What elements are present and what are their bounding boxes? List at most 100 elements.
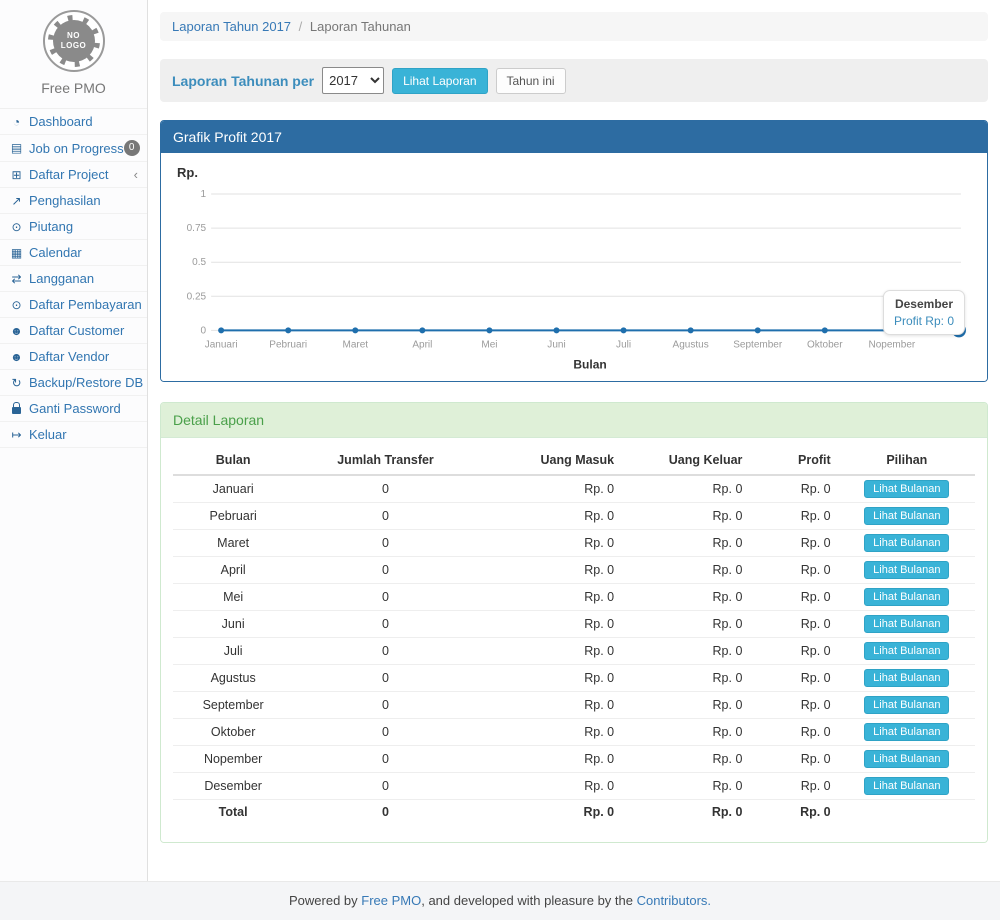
total-uang-keluar: Rp. 0 <box>622 800 750 824</box>
view-monthly-button[interactable]: Lihat Bulanan <box>864 696 949 714</box>
x-tick-label: Juli <box>616 339 631 350</box>
data-point[interactable] <box>352 327 358 333</box>
total-profit: Rp. 0 <box>750 800 838 824</box>
cell-uang-keluar: Rp. 0 <box>622 530 750 557</box>
chart-y-axis-title: Rp. <box>177 165 975 180</box>
data-point[interactable] <box>822 327 828 333</box>
cell-profit: Rp. 0 <box>750 665 838 692</box>
x-tick-label: Maret <box>342 339 368 350</box>
brand-name: Free PMO <box>0 80 147 96</box>
total-uang-masuk: Rp. 0 <box>478 800 622 824</box>
cell-jumlah-transfer: 0 <box>293 530 477 557</box>
cell-jumlah-transfer: 0 <box>293 719 477 746</box>
cell-bulan: Oktober <box>173 719 293 746</box>
breadcrumb-link-laporan-tahun[interactable]: Laporan Tahun 2017 <box>172 19 291 34</box>
view-monthly-button[interactable]: Lihat Bulanan <box>864 750 949 768</box>
data-point[interactable] <box>218 327 224 333</box>
data-point[interactable] <box>419 327 425 333</box>
cell-uang-masuk: Rp. 0 <box>478 530 622 557</box>
table-row: Desember 0 Rp. 0 Rp. 0 Rp. 0 Lihat Bulan… <box>173 773 975 800</box>
cell-uang-keluar: Rp. 0 <box>622 584 750 611</box>
cell-bulan: September <box>173 692 293 719</box>
cell-profit: Rp. 0 <box>750 611 838 638</box>
sidebar-item-daftar-project[interactable]: ⊞ Daftar Project ‹ <box>0 162 147 188</box>
footer-link-free-pmo[interactable]: Free PMO <box>361 893 421 908</box>
table-row: Agustus 0 Rp. 0 Rp. 0 Rp. 0 Lihat Bulana… <box>173 665 975 692</box>
sidebar-item-piutang[interactable]: ⊙ Piutang <box>0 214 147 240</box>
sidebar-item-daftar-vendor[interactable]: ☻ Daftar Vendor <box>0 344 147 370</box>
profit-chart-panel: Grafik Profit 2017 Rp. 00.250.50.751Janu… <box>160 120 988 382</box>
footer-middle: , and developed with pleasure by the <box>421 893 636 908</box>
total-pilihan-empty <box>839 800 975 824</box>
view-monthly-button[interactable]: Lihat Bulanan <box>864 507 949 525</box>
x-tick-label: Oktober <box>807 339 843 350</box>
this-year-button[interactable]: Tahun ini <box>496 68 566 94</box>
table-total-row: Total 0 Rp. 0 Rp. 0 Rp. 0 <box>173 800 975 824</box>
data-point[interactable] <box>621 327 627 333</box>
detail-report-table: Bulan Jumlah Transfer Uang Masuk Uang Ke… <box>173 446 975 824</box>
footer-link-contributors[interactable]: Contributors. <box>637 893 711 908</box>
total-label: Total <box>173 800 293 824</box>
data-point[interactable] <box>553 327 559 333</box>
cell-profit: Rp. 0 <box>750 557 838 584</box>
breadcrumb-separator: / <box>299 19 303 34</box>
view-monthly-button[interactable]: Lihat Bulanan <box>864 777 949 795</box>
exchange-icon: ⇄ <box>9 272 24 286</box>
sidebar-item-penghasilan[interactable]: ↗ Penghasilan <box>0 188 147 214</box>
view-monthly-button[interactable]: Lihat Bulanan <box>864 480 949 498</box>
x-tick-label: Mei <box>481 339 497 350</box>
cell-jumlah-transfer: 0 <box>293 692 477 719</box>
header-profit: Profit <box>750 446 838 475</box>
cell-profit: Rp. 0 <box>750 719 838 746</box>
sidebar-item-backup-restore-db[interactable]: ↻ Backup/Restore DB <box>0 370 147 396</box>
calendar-icon: ▦ <box>9 246 24 260</box>
cell-bulan: Juni <box>173 611 293 638</box>
cell-uang-masuk: Rp. 0 <box>478 638 622 665</box>
x-tick-label: September <box>733 339 783 350</box>
chart-x-axis-title: Bulan <box>573 357 606 371</box>
sidebar-item-label: Dashboard <box>29 114 93 129</box>
detail-report-panel: Detail Laporan Bulan Jumlah Transfer Uan… <box>160 402 988 843</box>
view-monthly-button[interactable]: Lihat Bulanan <box>864 534 949 552</box>
sidebar-item-daftar-pembayaran[interactable]: ⊙ Daftar Pembayaran <box>0 292 147 318</box>
sidebar-item-ganti-password[interactable]: Ganti Password <box>0 396 147 422</box>
table-row: Juni 0 Rp. 0 Rp. 0 Rp. 0 Lihat Bulanan <box>173 611 975 638</box>
view-monthly-button[interactable]: Lihat Bulanan <box>864 615 949 633</box>
table-header-row: Bulan Jumlah Transfer Uang Masuk Uang Ke… <box>173 446 975 475</box>
cell-bulan: Januari <box>173 475 293 503</box>
sidebar-item-keluar[interactable]: ↦ Keluar <box>0 422 147 448</box>
sidebar-item-dashboard[interactable]: ◔ Dashboard <box>0 109 147 135</box>
view-monthly-button[interactable]: Lihat Bulanan <box>864 669 949 687</box>
sidebar-item-calendar[interactable]: ▦ Calendar <box>0 240 147 266</box>
cell-uang-masuk: Rp. 0 <box>478 584 622 611</box>
profit-line-chart: 00.250.50.751JanuariPebruariMaretAprilMe… <box>173 180 975 375</box>
total-jumlah-transfer: 0 <box>293 800 477 824</box>
table-row: Oktober 0 Rp. 0 Rp. 0 Rp. 0 Lihat Bulana… <box>173 719 975 746</box>
page: NO LOGO Free PMO ◔ Dashboard ▤ Job on Pr… <box>0 0 1000 920</box>
cell-uang-masuk: Rp. 0 <box>478 746 622 773</box>
view-monthly-button[interactable]: Lihat Bulanan <box>864 723 949 741</box>
report-controls: Laporan Tahunan per 2017 Lihat Laporan T… <box>160 59 988 102</box>
sidebar-item-langganan[interactable]: ⇄ Langganan <box>0 266 147 292</box>
year-select[interactable]: 2017 <box>322 67 384 94</box>
data-point[interactable] <box>285 327 291 333</box>
view-report-button[interactable]: Lihat Laporan <box>392 68 487 94</box>
sidebar-item-label: Langganan <box>29 271 94 286</box>
sidebar-item-job-on-progress[interactable]: ▤ Job on Progress 0 <box>0 135 147 162</box>
view-monthly-button[interactable]: Lihat Bulanan <box>864 561 949 579</box>
cell-jumlah-transfer: 0 <box>293 503 477 530</box>
cell-uang-keluar: Rp. 0 <box>622 719 750 746</box>
data-point[interactable] <box>486 327 492 333</box>
view-monthly-button[interactable]: Lihat Bulanan <box>864 642 949 660</box>
view-monthly-button[interactable]: Lihat Bulanan <box>864 588 949 606</box>
logo-block: NO LOGO Free PMO <box>0 0 147 108</box>
cell-bulan: Agustus <box>173 665 293 692</box>
data-point[interactable] <box>688 327 694 333</box>
header-jumlah-transfer: Jumlah Transfer <box>293 446 477 475</box>
cell-uang-keluar: Rp. 0 <box>622 557 750 584</box>
sidebar-item-daftar-customer[interactable]: ☻ Daftar Customer <box>0 318 147 344</box>
data-point[interactable] <box>755 327 761 333</box>
cell-jumlah-transfer: 0 <box>293 475 477 503</box>
header-pilihan: Pilihan <box>839 446 975 475</box>
cell-bulan: Juli <box>173 638 293 665</box>
